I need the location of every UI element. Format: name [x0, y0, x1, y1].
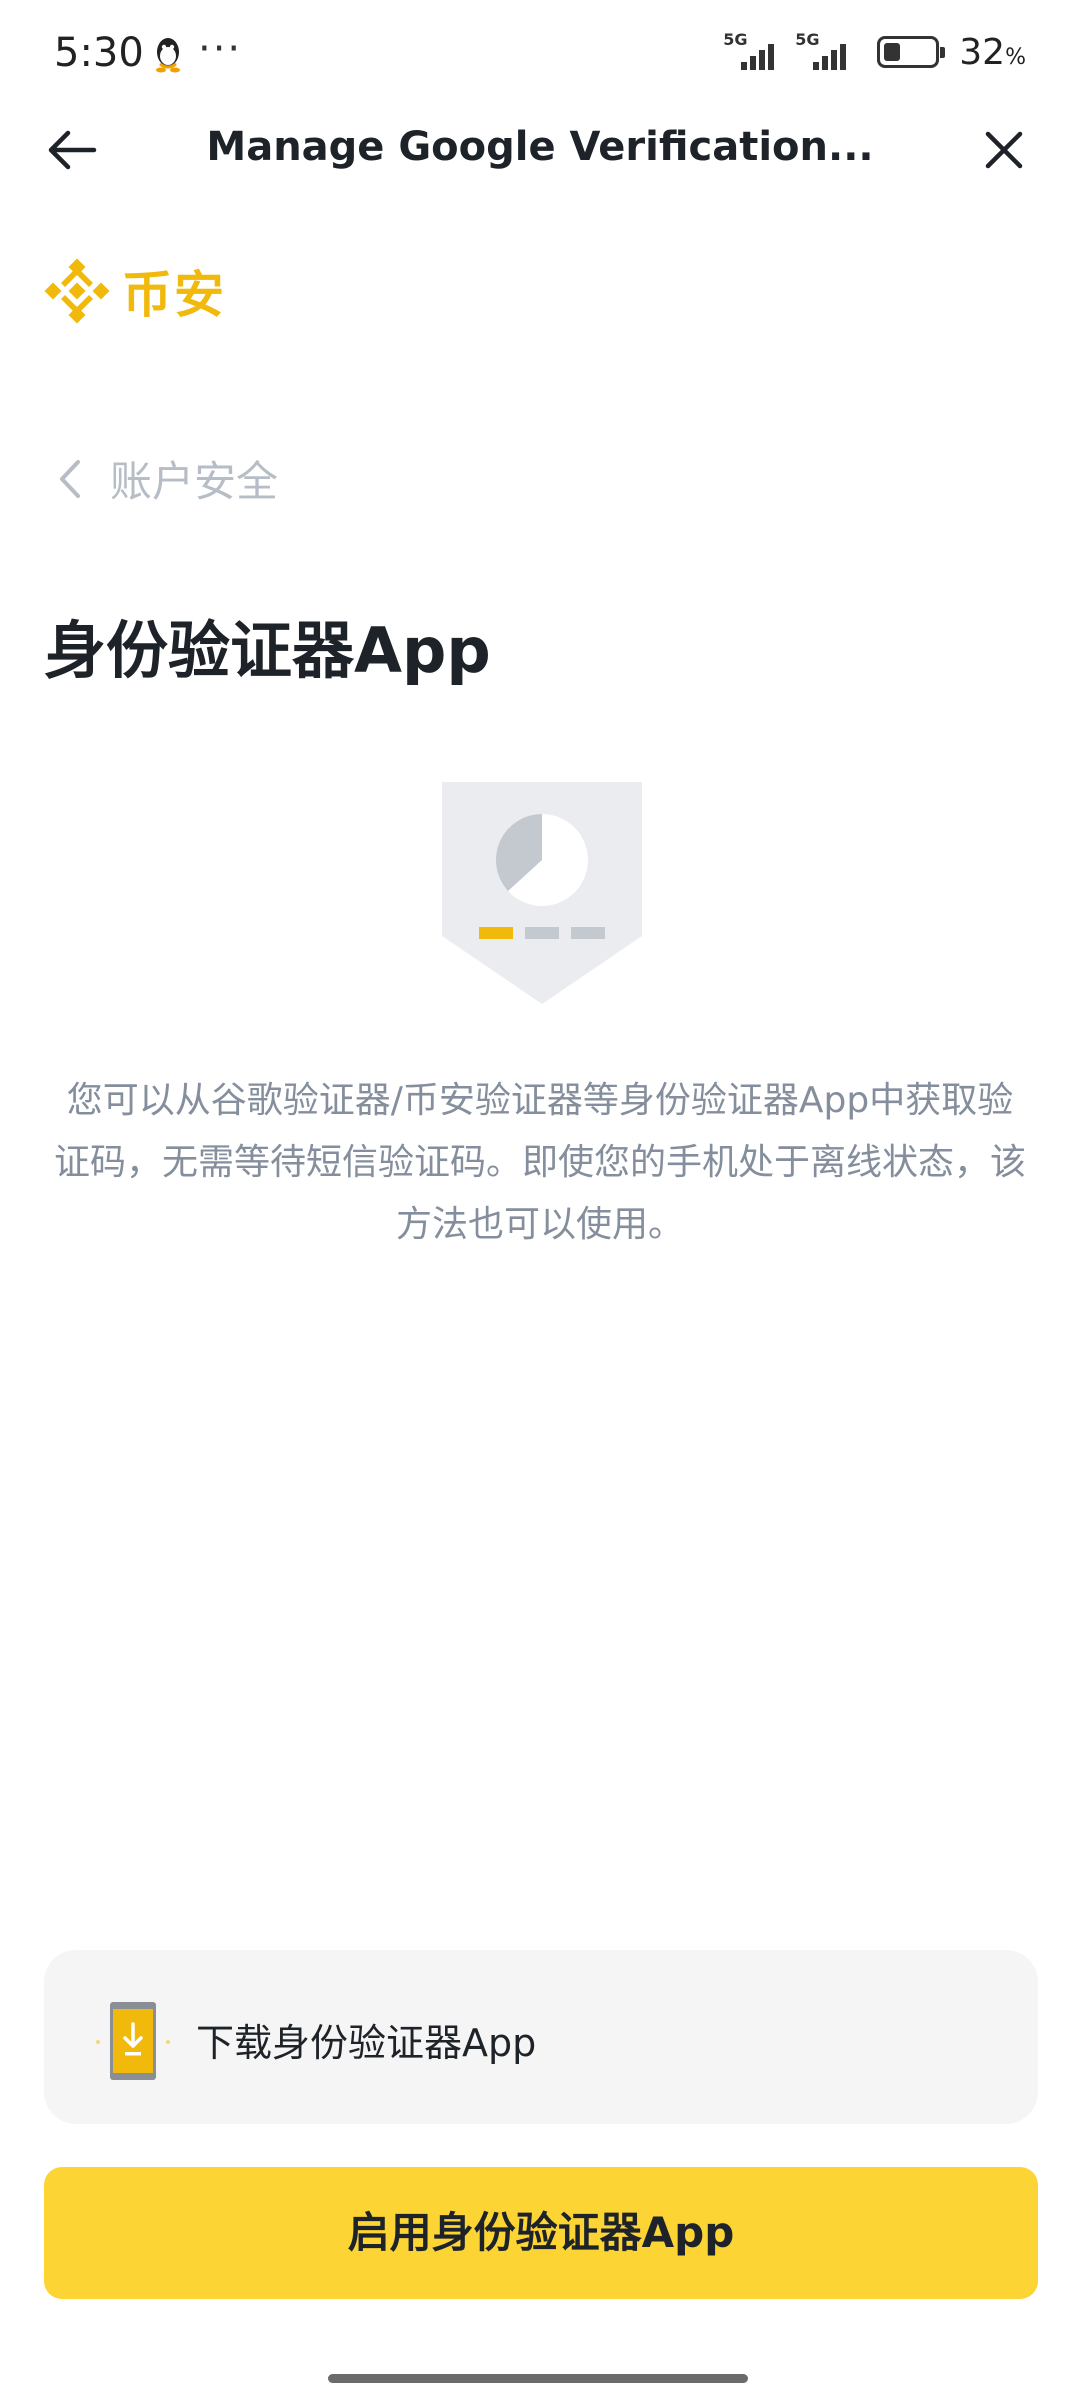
- screen: 5:30 ··· 5G 5G 32% Manage Google Verific…: [0, 0, 1080, 2400]
- download-label: 下载身份验证器App: [196, 2021, 537, 2065]
- breadcrumb-label: 账户安全: [110, 457, 279, 506]
- page-title: Manage Google Verification...: [206, 124, 874, 170]
- chevron-left-icon: [60, 459, 80, 498]
- battery-level: [884, 43, 901, 61]
- authenticator-shield-illustration: [442, 782, 642, 1004]
- binance-logo-icon: [44, 258, 110, 324]
- main-title: 身份验证器App: [44, 614, 491, 687]
- phone-download-icon: [96, 2002, 170, 2080]
- enable-authenticator-button[interactable]: 启用身份验证器App: [44, 2167, 1038, 2299]
- top-bar: Manage Google Verification...: [0, 110, 1080, 190]
- breadcrumb[interactable]: 账户安全: [56, 448, 278, 509]
- close-icon[interactable]: [972, 118, 1036, 182]
- status-time: 5:30: [54, 30, 144, 76]
- qq-notification-icon: [156, 38, 180, 73]
- more-notifications-icon: ···: [198, 26, 243, 72]
- brand-logo: 币安: [44, 258, 226, 324]
- brand-name: 币安: [122, 266, 226, 324]
- status-bar: 5:30 ··· 5G 5G 32%: [0, 0, 1080, 110]
- battery-icon: [877, 36, 946, 68]
- battery-percent: 32%: [959, 31, 1026, 73]
- signal-5g-icon-2: 5G: [795, 30, 857, 72]
- status-indicators: 5G 5G 32%: [723, 30, 1026, 74]
- arrow-left-icon[interactable]: [40, 118, 104, 182]
- description: 您可以从谷歌验证器/币安验证器等身份验证器App中获取验证码，无需等待短信验证码…: [53, 1080, 1026, 1245]
- home-indicator[interactable]: [328, 2374, 748, 2383]
- download-authenticator-card[interactable]: 下载身份验证器App: [44, 1950, 1038, 2124]
- signal-5g-icon: 5G: [723, 30, 785, 72]
